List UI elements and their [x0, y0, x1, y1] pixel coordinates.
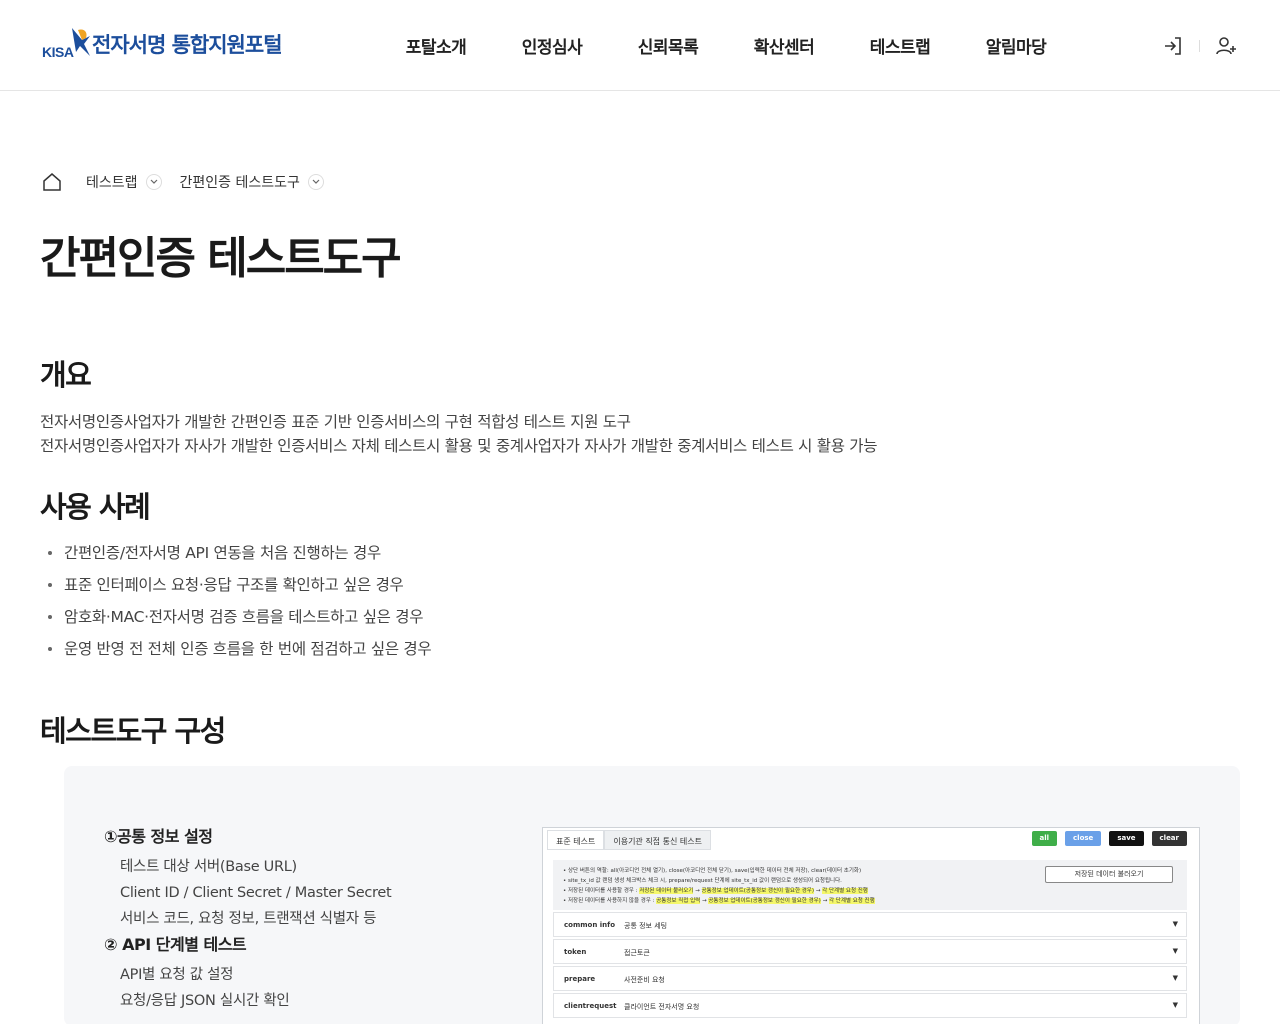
site-logo[interactable]: KISA 전자서명 통합지원포털 [42, 26, 283, 62]
breadcrumb-item-test-lab[interactable]: 테스트랩 [86, 172, 162, 192]
mock-accordion: common info 공통 정보 세팅 ▼ token 접근토큰 ▼ prep… [553, 912, 1187, 1020]
overview-line: 전자서명인증사업자가 자사가 개발한 인증서비스 자체 테스트시 활용 및 중계… [40, 437, 878, 455]
caret-down-icon: ▼ [1172, 947, 1178, 955]
row-value: 클라이언트 전자서명 요청 [624, 1003, 700, 1011]
mock-note: • site_tx_id 값 랜덤 생성 체크박스 체크 시, prepare/… [563, 878, 842, 884]
close-button[interactable]: close [1065, 831, 1102, 846]
step-line: 테스트 대상 서버(Base URL) [120, 859, 297, 875]
nav-item-certification-review[interactable]: 인정심사 [494, 33, 610, 58]
overview-heading: 개요 [40, 358, 92, 392]
row-value: 접근토큰 [624, 949, 650, 957]
tool-panel: ①공통 정보 설정 테스트 대상 서버(Base URL) Client ID … [64, 766, 1240, 1024]
all-button[interactable]: all [1031, 831, 1058, 846]
highlight: 공통정보 업데이트(공통정보 갱신이 필요한 경우) [701, 888, 815, 894]
breadcrumb-label: 간편인증 테스트도구 [179, 175, 300, 191]
nav-item-expansion-center[interactable]: 확산센터 [726, 33, 842, 58]
caret-down-icon: ▼ [1172, 920, 1178, 928]
main-nav: 포탈소개 인정심사 신뢰목록 확산센터 테스트랩 알림마당 [378, 33, 1074, 58]
utility-menu [1161, 34, 1238, 58]
mock-note-saved: • 저장된 데이터를 사용할 경우 : 저장된 데이터 불러오기 → 공통정보 … [563, 888, 868, 894]
step-line: 서비스 코드, 요청 정보, 트랜잭션 식별자 등 [120, 911, 377, 927]
save-button[interactable]: save [1109, 831, 1144, 846]
tab-standard-test[interactable]: 표준 테스트 [547, 830, 605, 850]
highlight: 공통정보 직접 입력 [656, 898, 701, 904]
caret-down-icon: ▼ [1172, 1001, 1178, 1009]
chevron-down-icon [145, 174, 162, 190]
use-cases-heading: 사용 사례 [40, 490, 151, 524]
step-title: ② API 단계별 테스트 [104, 935, 247, 954]
breadcrumb: 테스트랩 간편인증 테스트도구 [40, 170, 342, 194]
breadcrumb-label: 테스트랩 [86, 175, 138, 191]
tool-steps: ①공통 정보 설정 테스트 대상 서버(Base URL) Client ID … [104, 824, 392, 1014]
step-line: API별 요청 값 설정 [120, 967, 234, 983]
highlight: 공통정보 업데이트(공통정보 갱신이 필요한 경우) [708, 898, 821, 904]
row-value: 공통 정보 세팅 [624, 922, 668, 930]
use-cases-list: 간편인증/전자서명 API 연동을 처음 진행하는 경우 표준 인터페이스 요청… [48, 540, 432, 668]
utility-divider [1199, 40, 1200, 52]
caret-down-icon: ▼ [1172, 974, 1178, 982]
mock-tabs: 표준 테스트 이용기관 직접 통신 테스트 [547, 830, 711, 850]
accordion-row-prepare[interactable]: prepare 사전준비 요청 ▼ [553, 966, 1187, 991]
page-title: 간편인증 테스트도구 [40, 233, 402, 284]
row-key: common info [564, 921, 616, 929]
accordion-row-clientrequest[interactable]: clientrequest 클라이언트 전자서명 요청 ▼ [553, 993, 1187, 1018]
nav-item-trust-list[interactable]: 신뢰목록 [610, 33, 726, 58]
site-header: KISA 전자서명 통합지원포털 포탈소개 인정심사 신뢰목록 확산센터 테스트… [0, 0, 1280, 91]
highlight: 각 단계별 요청 진행 [828, 898, 875, 904]
highlight: 저장된 데이터 불러오기 [639, 888, 694, 894]
kisa-logo-mark: KISA [42, 26, 92, 62]
mock-note: • 상단 버튼의 역할: all(아코디언 전체 열기), close(아코디언… [563, 868, 862, 874]
nav-item-portal-intro[interactable]: 포탈소개 [378, 33, 494, 58]
step-line: Client ID / Client Secret / Master Secre… [120, 885, 392, 901]
use-case-item: 암호화·MAC·전자서명 검증 흐름을 테스트하고 싶은 경우 [48, 604, 431, 636]
step-title: ①공통 정보 설정 [104, 827, 213, 846]
nav-item-notice[interactable]: 알림마당 [958, 33, 1074, 58]
mock-action-buttons: all close save clear [1024, 831, 1187, 846]
highlight: 각 단계별 요청 진행 [822, 888, 868, 894]
mock-note-unsaved: • 저장된 데이터를 사용하지 않을 경우 : 공통정보 직접 입력 → 공통정… [563, 898, 875, 904]
tab-direct-test[interactable]: 이용기관 직접 통신 테스트 [604, 830, 711, 850]
mock-info-box: • 상단 버튼의 역할: all(아코디언 전체 열기), close(아코디언… [553, 860, 1187, 910]
breadcrumb-home[interactable] [40, 170, 64, 194]
login-button[interactable] [1161, 34, 1185, 58]
row-key: clientrequest [564, 1002, 617, 1010]
mock-notes: • 상단 버튼의 역할: all(아코디언 전체 열기), close(아코디언… [563, 866, 875, 906]
accordion-row-token[interactable]: token 접근토큰 ▼ [553, 939, 1187, 964]
nav-item-test-lab[interactable]: 테스트랩 [842, 33, 958, 58]
accordion-row-common-info[interactable]: common info 공통 정보 세팅 ▼ [553, 912, 1187, 937]
login-icon [1165, 37, 1181, 55]
step-line: 요청/응답 JSON 실시간 확인 [120, 993, 290, 1009]
clear-button[interactable]: clear [1151, 831, 1187, 846]
load-saved-data-button[interactable]: 저장된 데이터 불러오기 [1045, 866, 1173, 883]
logo-title: 전자서명 통합지원포털 [92, 33, 283, 57]
home-icon [43, 173, 61, 191]
overview-line: 전자서명인증사업자가 개발한 간편인증 표준 기반 인증서비스의 구현 적합성 … [40, 413, 631, 431]
use-case-item: 운영 반영 전 전체 인증 흐름을 한 번에 점검하고 싶은 경우 [48, 636, 432, 668]
use-case-item: 표준 인터페이스 요청·응답 구조를 확인하고 싶은 경우 [48, 572, 431, 604]
row-value: 사전준비 요청 [624, 976, 665, 984]
row-key: token [564, 948, 587, 956]
overview-description: 전자서명인증사업자가 개발한 간편인증 표준 기반 인증서비스의 구현 적합성 … [40, 410, 878, 458]
use-case-item: 간편인증/전자서명 API 연동을 처음 진행하는 경우 [48, 540, 431, 572]
row-key: prepare [564, 975, 596, 983]
user-plus-icon [1216, 37, 1236, 55]
tool-heading: 테스트도구 구성 [40, 714, 226, 748]
chevron-down-icon [307, 174, 324, 190]
tool-screenshot: 표준 테스트 이용기관 직접 통신 테스트 all close save cle… [542, 827, 1200, 1024]
signup-button[interactable] [1214, 34, 1238, 58]
logo-kisa-text: KISA [42, 44, 74, 60]
breadcrumb-item-current[interactable]: 간편인증 테스트도구 [180, 172, 324, 192]
